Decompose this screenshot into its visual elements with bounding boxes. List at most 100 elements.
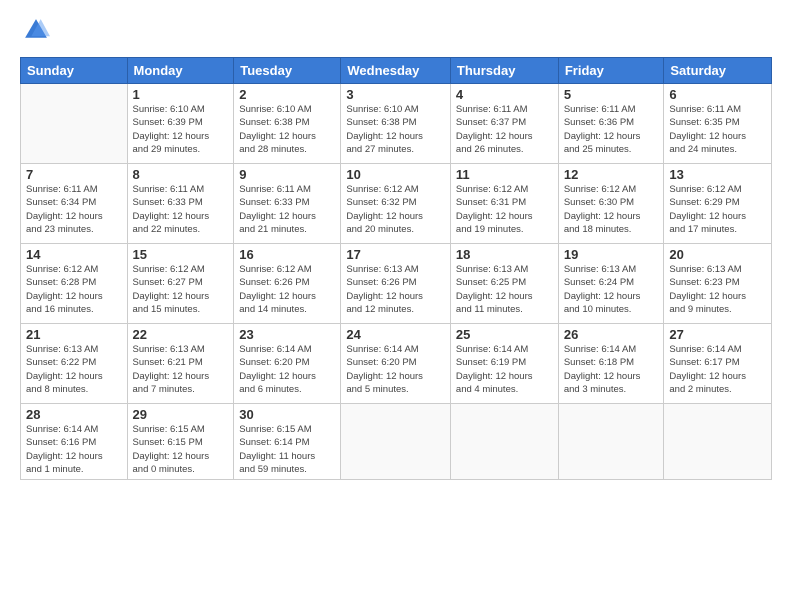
- calendar-day-cell: 23Sunrise: 6:14 AM Sunset: 6:20 PM Dayli…: [234, 324, 341, 404]
- day-info: Sunrise: 6:13 AM Sunset: 6:24 PM Dayligh…: [564, 263, 659, 316]
- calendar-day-header: Thursday: [450, 58, 558, 84]
- day-info: Sunrise: 6:11 AM Sunset: 6:33 PM Dayligh…: [133, 183, 229, 236]
- calendar-day-cell: 9Sunrise: 6:11 AM Sunset: 6:33 PM Daylig…: [234, 164, 341, 244]
- calendar-day-header: Wednesday: [341, 58, 451, 84]
- day-number: 10: [346, 167, 445, 182]
- calendar-day-header: Tuesday: [234, 58, 341, 84]
- calendar-day-cell: 27Sunrise: 6:14 AM Sunset: 6:17 PM Dayli…: [664, 324, 772, 404]
- day-number: 9: [239, 167, 335, 182]
- calendar-day-cell: 14Sunrise: 6:12 AM Sunset: 6:28 PM Dayli…: [21, 244, 128, 324]
- day-number: 5: [564, 87, 659, 102]
- day-number: 3: [346, 87, 445, 102]
- day-number: 11: [456, 167, 553, 182]
- day-info: Sunrise: 6:12 AM Sunset: 6:28 PM Dayligh…: [26, 263, 122, 316]
- day-info: Sunrise: 6:13 AM Sunset: 6:26 PM Dayligh…: [346, 263, 445, 316]
- day-number: 26: [564, 327, 659, 342]
- day-info: Sunrise: 6:12 AM Sunset: 6:29 PM Dayligh…: [669, 183, 766, 236]
- calendar-day-cell: 30Sunrise: 6:15 AM Sunset: 6:14 PM Dayli…: [234, 404, 341, 480]
- day-number: 12: [564, 167, 659, 182]
- header: [20, 16, 772, 49]
- day-number: 19: [564, 247, 659, 262]
- day-number: 25: [456, 327, 553, 342]
- calendar-day-cell: 13Sunrise: 6:12 AM Sunset: 6:29 PM Dayli…: [664, 164, 772, 244]
- day-info: Sunrise: 6:10 AM Sunset: 6:39 PM Dayligh…: [133, 103, 229, 156]
- calendar-week-row: 28Sunrise: 6:14 AM Sunset: 6:16 PM Dayli…: [21, 404, 772, 480]
- day-info: Sunrise: 6:11 AM Sunset: 6:34 PM Dayligh…: [26, 183, 122, 236]
- calendar-day-cell: [664, 404, 772, 480]
- calendar-day-cell: [450, 404, 558, 480]
- day-info: Sunrise: 6:11 AM Sunset: 6:35 PM Dayligh…: [669, 103, 766, 156]
- day-number: 7: [26, 167, 122, 182]
- day-number: 17: [346, 247, 445, 262]
- calendar-day-cell: 8Sunrise: 6:11 AM Sunset: 6:33 PM Daylig…: [127, 164, 234, 244]
- day-info: Sunrise: 6:14 AM Sunset: 6:16 PM Dayligh…: [26, 423, 122, 476]
- day-number: 20: [669, 247, 766, 262]
- calendar-day-cell: 17Sunrise: 6:13 AM Sunset: 6:26 PM Dayli…: [341, 244, 451, 324]
- calendar-day-cell: 12Sunrise: 6:12 AM Sunset: 6:30 PM Dayli…: [558, 164, 664, 244]
- calendar-day-cell: 25Sunrise: 6:14 AM Sunset: 6:19 PM Dayli…: [450, 324, 558, 404]
- calendar-day-cell: 11Sunrise: 6:12 AM Sunset: 6:31 PM Dayli…: [450, 164, 558, 244]
- day-number: 27: [669, 327, 766, 342]
- day-info: Sunrise: 6:12 AM Sunset: 6:31 PM Dayligh…: [456, 183, 553, 236]
- calendar-day-cell: [341, 404, 451, 480]
- day-info: Sunrise: 6:14 AM Sunset: 6:20 PM Dayligh…: [239, 343, 335, 396]
- logo: [20, 16, 50, 49]
- calendar-day-header: Monday: [127, 58, 234, 84]
- calendar-day-cell: 4Sunrise: 6:11 AM Sunset: 6:37 PM Daylig…: [450, 84, 558, 164]
- day-number: 28: [26, 407, 122, 422]
- day-info: Sunrise: 6:14 AM Sunset: 6:17 PM Dayligh…: [669, 343, 766, 396]
- calendar-week-row: 1Sunrise: 6:10 AM Sunset: 6:39 PM Daylig…: [21, 84, 772, 164]
- calendar-day-cell: 20Sunrise: 6:13 AM Sunset: 6:23 PM Dayli…: [664, 244, 772, 324]
- day-number: 15: [133, 247, 229, 262]
- day-number: 13: [669, 167, 766, 182]
- day-number: 6: [669, 87, 766, 102]
- day-number: 4: [456, 87, 553, 102]
- day-info: Sunrise: 6:12 AM Sunset: 6:32 PM Dayligh…: [346, 183, 445, 236]
- day-number: 1: [133, 87, 229, 102]
- calendar-day-header: Saturday: [664, 58, 772, 84]
- calendar-day-cell: 15Sunrise: 6:12 AM Sunset: 6:27 PM Dayli…: [127, 244, 234, 324]
- day-number: 2: [239, 87, 335, 102]
- calendar-week-row: 7Sunrise: 6:11 AM Sunset: 6:34 PM Daylig…: [21, 164, 772, 244]
- calendar-day-cell: 3Sunrise: 6:10 AM Sunset: 6:38 PM Daylig…: [341, 84, 451, 164]
- day-number: 14: [26, 247, 122, 262]
- calendar-day-header: Friday: [558, 58, 664, 84]
- calendar-week-row: 21Sunrise: 6:13 AM Sunset: 6:22 PM Dayli…: [21, 324, 772, 404]
- day-info: Sunrise: 6:10 AM Sunset: 6:38 PM Dayligh…: [239, 103, 335, 156]
- calendar-day-cell: 22Sunrise: 6:13 AM Sunset: 6:21 PM Dayli…: [127, 324, 234, 404]
- calendar-day-cell: 1Sunrise: 6:10 AM Sunset: 6:39 PM Daylig…: [127, 84, 234, 164]
- day-info: Sunrise: 6:13 AM Sunset: 6:25 PM Dayligh…: [456, 263, 553, 316]
- day-info: Sunrise: 6:14 AM Sunset: 6:19 PM Dayligh…: [456, 343, 553, 396]
- day-info: Sunrise: 6:11 AM Sunset: 6:36 PM Dayligh…: [564, 103, 659, 156]
- calendar-day-cell: [21, 84, 128, 164]
- day-number: 24: [346, 327, 445, 342]
- calendar-day-cell: 16Sunrise: 6:12 AM Sunset: 6:26 PM Dayli…: [234, 244, 341, 324]
- day-info: Sunrise: 6:15 AM Sunset: 6:15 PM Dayligh…: [133, 423, 229, 476]
- calendar-body: 1Sunrise: 6:10 AM Sunset: 6:39 PM Daylig…: [21, 84, 772, 480]
- day-info: Sunrise: 6:12 AM Sunset: 6:27 PM Dayligh…: [133, 263, 229, 316]
- day-number: 22: [133, 327, 229, 342]
- calendar-day-cell: 7Sunrise: 6:11 AM Sunset: 6:34 PM Daylig…: [21, 164, 128, 244]
- calendar-day-cell: 26Sunrise: 6:14 AM Sunset: 6:18 PM Dayli…: [558, 324, 664, 404]
- calendar-day-cell: 28Sunrise: 6:14 AM Sunset: 6:16 PM Dayli…: [21, 404, 128, 480]
- day-info: Sunrise: 6:13 AM Sunset: 6:23 PM Dayligh…: [669, 263, 766, 316]
- calendar-day-cell: 6Sunrise: 6:11 AM Sunset: 6:35 PM Daylig…: [664, 84, 772, 164]
- day-info: Sunrise: 6:11 AM Sunset: 6:33 PM Dayligh…: [239, 183, 335, 236]
- calendar-week-row: 14Sunrise: 6:12 AM Sunset: 6:28 PM Dayli…: [21, 244, 772, 324]
- day-number: 23: [239, 327, 335, 342]
- calendar-day-cell: 2Sunrise: 6:10 AM Sunset: 6:38 PM Daylig…: [234, 84, 341, 164]
- calendar-table: SundayMondayTuesdayWednesdayThursdayFrid…: [20, 57, 772, 480]
- calendar-day-cell: 21Sunrise: 6:13 AM Sunset: 6:22 PM Dayli…: [21, 324, 128, 404]
- day-info: Sunrise: 6:13 AM Sunset: 6:22 PM Dayligh…: [26, 343, 122, 396]
- day-number: 30: [239, 407, 335, 422]
- calendar-day-cell: 29Sunrise: 6:15 AM Sunset: 6:15 PM Dayli…: [127, 404, 234, 480]
- day-info: Sunrise: 6:12 AM Sunset: 6:30 PM Dayligh…: [564, 183, 659, 236]
- calendar-day-cell: [558, 404, 664, 480]
- calendar-day-cell: 19Sunrise: 6:13 AM Sunset: 6:24 PM Dayli…: [558, 244, 664, 324]
- logo-icon: [22, 16, 50, 44]
- calendar-day-header: Sunday: [21, 58, 128, 84]
- day-number: 18: [456, 247, 553, 262]
- day-number: 16: [239, 247, 335, 262]
- calendar-day-cell: 18Sunrise: 6:13 AM Sunset: 6:25 PM Dayli…: [450, 244, 558, 324]
- day-info: Sunrise: 6:14 AM Sunset: 6:20 PM Dayligh…: [346, 343, 445, 396]
